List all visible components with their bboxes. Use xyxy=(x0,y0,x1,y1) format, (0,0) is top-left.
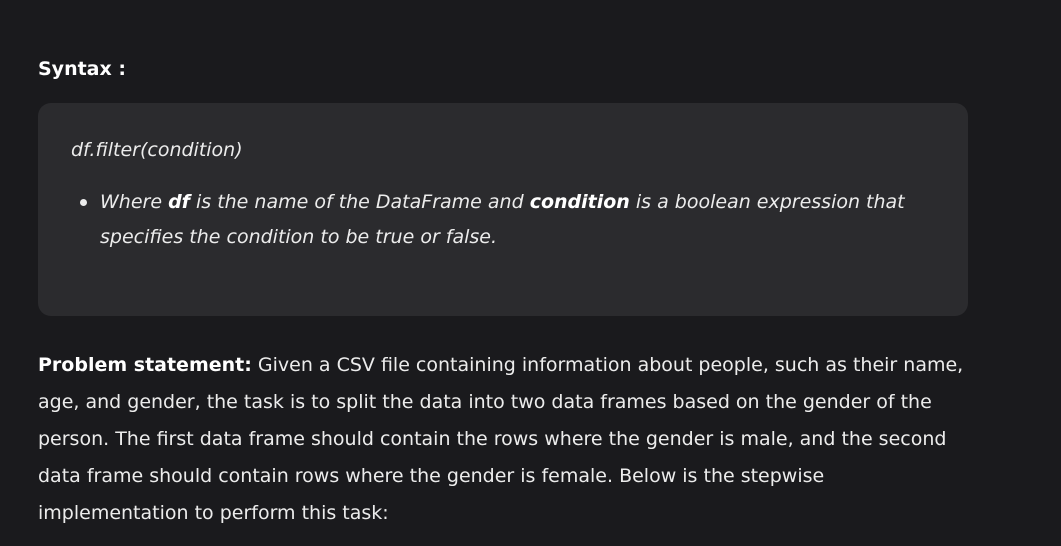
bullet-text-part2: is the name of the DataFrame and xyxy=(189,191,530,213)
syntax-block: df.filter(condition) Where df is the nam… xyxy=(38,103,968,316)
problem-statement-paragraph: Problem statement: Given a CSV file cont… xyxy=(38,347,973,532)
syntax-heading: Syntax : xyxy=(38,58,126,80)
bullet-bold-df: df xyxy=(168,191,190,213)
syntax-bullet-list: Where df is the name of the DataFrame an… xyxy=(80,185,930,255)
problem-statement-label: Problem statement: xyxy=(38,354,252,376)
bullet-text-part1: Where xyxy=(100,191,169,213)
syntax-bullet-item: Where df is the name of the DataFrame an… xyxy=(80,185,930,255)
bullet-bold-condition: condition xyxy=(529,191,630,213)
problem-statement-text: Given a CSV file containing information … xyxy=(38,354,964,524)
bullet-dot-icon xyxy=(80,199,87,206)
syntax-code: df.filter(condition) xyxy=(71,139,243,161)
